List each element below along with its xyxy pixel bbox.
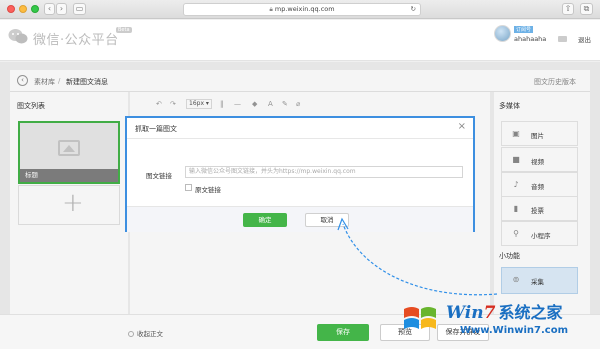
tabs-icon[interactable]: ⧉ [580, 3, 593, 15]
account-type-badge: 订阅号 [514, 26, 534, 33]
back-nav-icon[interactable]: ‹ [44, 3, 55, 15]
address-bar[interactable]: 🔒︎ mp.weixin.qq.com ↻ [183, 3, 421, 16]
windows-flag-icon [404, 307, 436, 329]
platform-title: 微信·公众平台 [33, 33, 119, 48]
fetch-article-dialog: 抓取一篇图文 × 图文链接 输入微信公众号图文链接，并头为https://mp.… [125, 116, 475, 232]
close-window-button[interactable] [7, 5, 15, 13]
lock-icon: 🔒︎ [269, 5, 273, 13]
reload-icon[interactable]: ↻ [411, 4, 416, 15]
confirm-button[interactable]: 确定 [243, 213, 287, 227]
url-text: mp.weixin.qq.com [274, 5, 335, 13]
article-link-input[interactable]: 输入微信公众号图文链接，并头为https://mp.weixin.qq.com [185, 166, 463, 178]
wechat-logo-icon [8, 29, 28, 44]
account-name[interactable]: ahahaaha [514, 35, 546, 43]
minimize-window-button[interactable] [19, 5, 27, 13]
radio-icon [128, 331, 134, 337]
forward-nav-icon[interactable]: › [56, 3, 67, 15]
browser-chrome: ‹ › ▭ 🔒︎ mp.weixin.qq.com ↻ ⇧ ⧉ [0, 0, 600, 19]
beta-badge: Beta [116, 27, 132, 33]
share-icon[interactable]: ⇧ [562, 3, 574, 15]
dialog-header: 抓取一篇图文 × [127, 118, 473, 139]
collapse-body-toggle[interactable]: 收起正文 [128, 328, 163, 338]
cancel-button[interactable]: 取消 [305, 213, 349, 227]
watermark-brand: Win7 系统之家 [446, 303, 563, 323]
sidebar-toggle-icon[interactable]: ▭ [73, 3, 86, 15]
win7-watermark: Win7 系统之家 Www.Winwin7.com [392, 293, 597, 347]
dialog-footer: 确定 取消 [127, 206, 473, 232]
zoom-window-button[interactable] [31, 5, 39, 13]
original-link-label: 原文链接 [195, 186, 221, 194]
logout-link[interactable]: 退出 [578, 34, 591, 44]
close-icon[interactable]: × [458, 121, 466, 132]
app-header: 微信·公众平台 Beta [0, 20, 600, 61]
watermark-url: Www.Winwin7.com [460, 325, 569, 336]
dialog-title: 抓取一篇图文 [135, 125, 177, 133]
collapse-body-label: 收起正文 [137, 330, 163, 338]
message-icon[interactable] [558, 36, 567, 42]
article-link-placeholder: 输入微信公众号图文链接，并头为https://mp.weixin.qq.com [189, 168, 356, 175]
original-link-checkbox[interactable] [185, 184, 192, 191]
article-link-label: 图文链接 [146, 172, 172, 180]
avatar[interactable] [494, 25, 511, 42]
save-button[interactable]: 保存 [317, 324, 369, 341]
